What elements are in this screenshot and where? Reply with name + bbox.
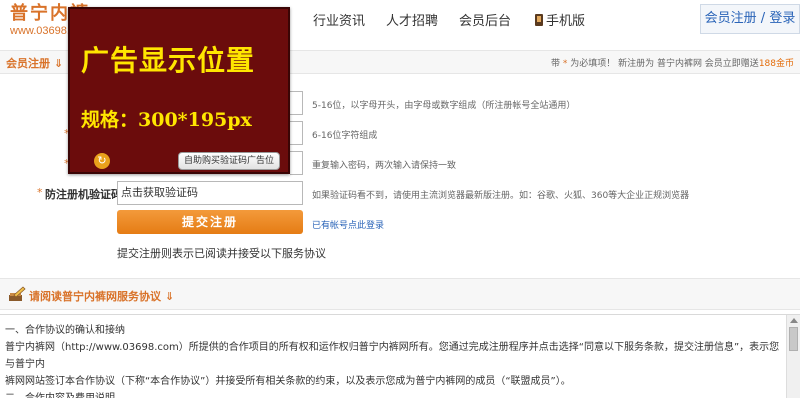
confirm-password-input[interactable] — [290, 151, 303, 175]
register-note: 带 * 为必填项！ 新注册为 普宁内裤网 会员立即赠送188金币 — [550, 59, 794, 69]
bonus-gold: 188金币 — [758, 59, 794, 69]
pen-icon — [9, 286, 26, 301]
username-input[interactable] — [290, 91, 303, 115]
login-link[interactable]: 登录 — [769, 11, 795, 26]
agreement-scrollbar[interactable] — [786, 315, 800, 398]
agreement-line: 普宁内裤网（http://www.03698.com）所提供的合作项目的所有权和… — [5, 342, 780, 370]
register-link[interactable]: 会员注册 — [705, 11, 757, 26]
nav-recruitment[interactable]: 人才招聘 — [386, 10, 438, 29]
agreement-textbox[interactable]: 一、合作协议的确认和接纳 普宁内裤网（http://www.03698.com）… — [0, 314, 800, 398]
agreement-line: 二、合作内容及费用说明 — [5, 390, 785, 398]
scroll-up-icon[interactable] — [790, 318, 798, 323]
scroll-thumb[interactable] — [789, 327, 798, 351]
submit-register-button[interactable]: 提交注册 — [117, 210, 303, 234]
required-star: * — [37, 186, 43, 199]
confirm-password-hint: 重复输入密码，两次输入请保持一致 — [312, 161, 457, 171]
captcha-hint: 如果验证码看不到，请使用主流浏览器最新版注册。如：谷歌、火狐、360等大企业正规… — [312, 191, 690, 201]
refresh-icon[interactable]: ↻ — [94, 153, 110, 169]
nav-mobile[interactable]: 手机版 — [535, 10, 585, 29]
auth-separator: / — [760, 11, 766, 26]
has-account-login-link[interactable]: 已有帐号点此登录 — [312, 218, 384, 231]
username-hint: 5-16位，以字母开头，由字母或数字组成（所注册帐号全站通用） — [312, 101, 576, 111]
ad-headline: 广告显示位置 — [81, 44, 256, 77]
buy-ad-button[interactable]: 自助购买验证码广告位 — [178, 152, 280, 170]
nav-member-backend[interactable]: 会员后台 — [459, 10, 511, 29]
register-section-title: 会员注册 ⇓ — [6, 57, 64, 70]
agreement-line: 一、合作协议的确认和接纳 — [5, 325, 125, 336]
agreement-section-bar: 请阅读普宁内裤网服务协议 ⇓ — [0, 278, 800, 310]
agreement-title: 请阅读普宁内裤网服务协议 ⇓ — [29, 290, 175, 303]
captcha-ad-panel[interactable]: 广告显示位置 规格：300*195px ↻ 自助购买验证码广告位 — [68, 7, 290, 174]
ad-size: 规格：300*195px — [81, 109, 252, 131]
nav-mobile-label: 手机版 — [546, 14, 586, 29]
captcha-label: 防注册机验证码 — [45, 188, 122, 201]
phone-icon — [535, 14, 543, 26]
agreement-line: 裤网网站签订本合作协议（下称“本合作协议”）并接受所有相关条款的约束，以及表示您… — [5, 376, 571, 387]
nav-industry-news[interactable]: 行业资讯 — [313, 10, 365, 29]
captcha-input[interactable]: 点击获取验证码 — [117, 181, 303, 205]
agree-notice: 提交注册则表示已阅读并接受以下服务协议 — [117, 247, 326, 260]
password-input[interactable] — [290, 121, 303, 145]
auth-links: 会员注册 / 登录 — [700, 4, 800, 34]
password-hint: 6-16位字符组成 — [312, 131, 378, 141]
agreement-content: 一、合作协议的确认和接纳 普宁内裤网（http://www.03698.com）… — [5, 322, 785, 398]
